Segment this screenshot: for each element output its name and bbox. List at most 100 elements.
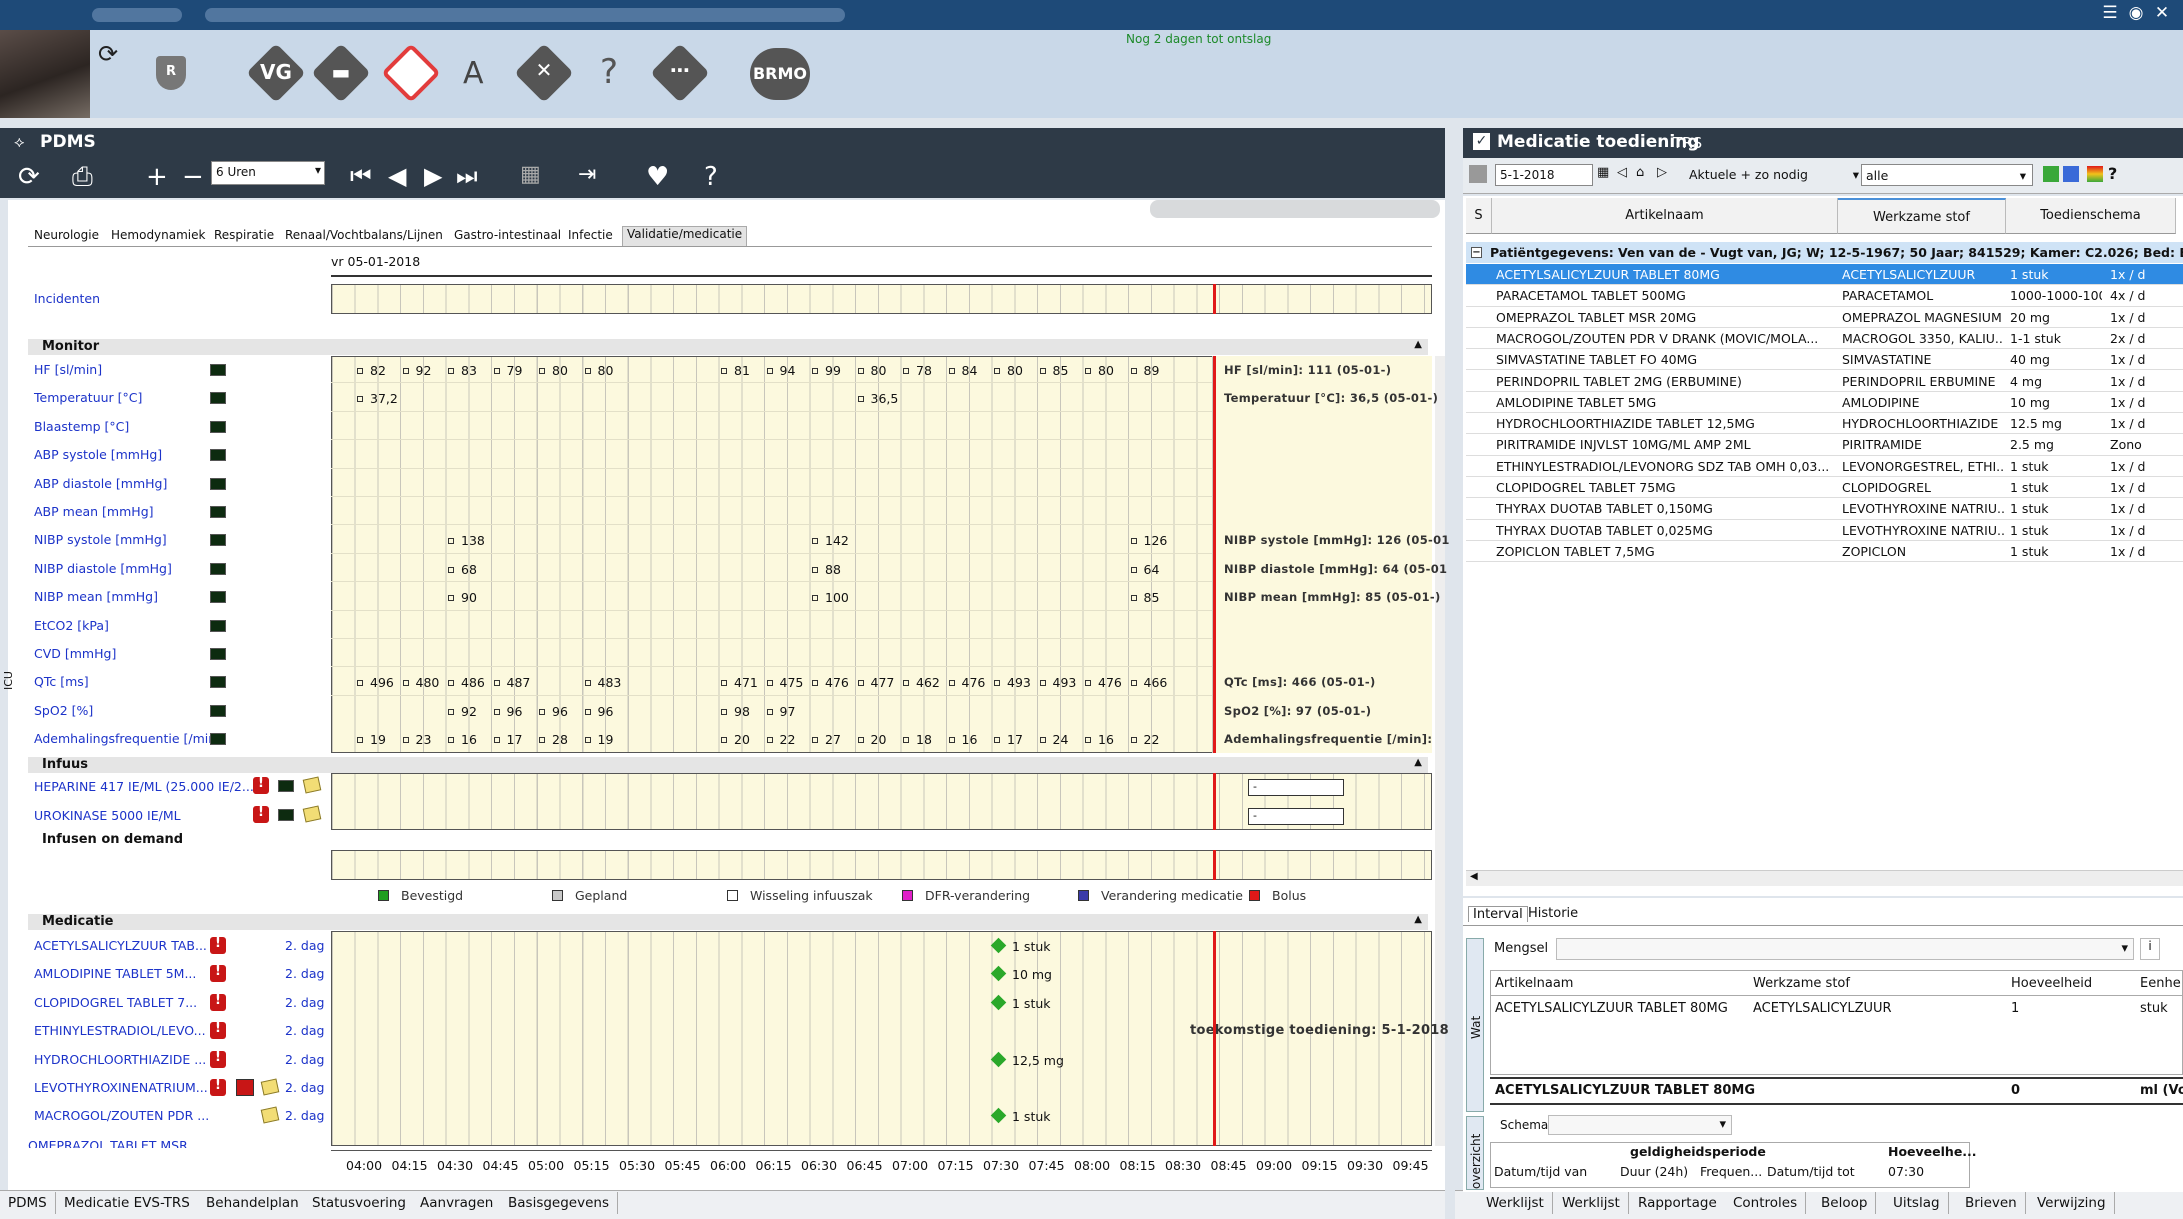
monitor-row-label[interactable]: ABP diastole [mmHg] bbox=[34, 476, 167, 491]
monitor-icon[interactable] bbox=[210, 619, 226, 632]
monitor-value[interactable]: 27 bbox=[812, 732, 841, 747]
bottom-tab[interactable]: Basisgegevens bbox=[500, 1192, 618, 1214]
tab-respiratie[interactable]: Respiratie bbox=[214, 228, 274, 242]
med-admin-row[interactable]: THYRAX DUOTAB TABLET 0,150MG LEVOTHYROXIN… bbox=[1466, 498, 2183, 520]
tab-renaal[interactable]: Renaal/Vochtbalans/Lijnen bbox=[285, 228, 443, 242]
scroll-left-icon[interactable]: ◀ bbox=[1470, 871, 1478, 882]
collapse-icon[interactable]: ▲ bbox=[1414, 914, 1422, 925]
medicatie-row-label[interactable]: ETHINYLESTRADIOL/LEVO... bbox=[34, 1023, 206, 1038]
medicatie-section-header[interactable]: Medicatie ▲ bbox=[28, 914, 1428, 930]
tab-neurologie[interactable]: Neurologie bbox=[34, 228, 99, 242]
monitor-row-label[interactable]: QTc [ms] bbox=[34, 674, 89, 689]
monitor-icon[interactable] bbox=[210, 562, 226, 575]
checkbox-icon[interactable]: ✓ bbox=[1473, 133, 1490, 150]
monitor-row-label[interactable]: NIBP diastole [mmHg] bbox=[34, 561, 172, 576]
monitor-icon[interactable] bbox=[210, 676, 226, 689]
calendar-icon[interactable]: ▦ bbox=[1597, 165, 1609, 180]
filter-select[interactable]: Aktuele + zo nodig ▾ bbox=[1685, 164, 1865, 186]
monitor-row-label[interactable]: SpO2 [%] bbox=[34, 703, 93, 718]
monitor-value[interactable]: 78 bbox=[903, 363, 932, 378]
monitor-row-label[interactable]: NIBP mean [mmHg] bbox=[34, 589, 158, 604]
previous-icon[interactable]: ◀ bbox=[388, 162, 406, 190]
monitor-value[interactable]: 80 bbox=[584, 363, 613, 378]
monitor-value[interactable]: 493 bbox=[994, 675, 1031, 690]
collapse-icon[interactable]: ▲ bbox=[1414, 757, 1422, 768]
col-toedienschema[interactable]: Toedienschema bbox=[2006, 198, 2176, 234]
monitor-value[interactable]: 480 bbox=[402, 675, 439, 690]
monitor-value[interactable]: 476 bbox=[948, 675, 985, 690]
monitor-value[interactable]: 19 bbox=[357, 732, 386, 747]
monitor-row-label[interactable]: HF [sl/min] bbox=[34, 362, 102, 377]
bottom-tab[interactable]: Uitslag bbox=[1885, 1192, 1949, 1214]
wat-row-hoeveelheid[interactable]: 1 bbox=[2011, 1001, 2131, 1016]
monitor-value[interactable]: 477 bbox=[857, 675, 894, 690]
tab-historie[interactable]: Historie bbox=[1524, 906, 1582, 921]
interval-select[interactable]: 6 Uren ▾ bbox=[211, 161, 325, 185]
monitor-icon[interactable] bbox=[210, 704, 226, 717]
horizontal-scrollbar[interactable]: ◀ bbox=[1466, 870, 2183, 886]
monitor-value[interactable]: 493 bbox=[1039, 675, 1076, 690]
date-field[interactable]: 5-1-2018 bbox=[1495, 164, 1593, 186]
monitor-value[interactable]: 90 bbox=[448, 590, 477, 605]
patient-group-row[interactable]: − Patiëntgegevens: Ven van de - Vugt van,… bbox=[1466, 242, 2183, 263]
bottom-tab[interactable]: Rapportage bbox=[1630, 1192, 1726, 1214]
zoom-in-icon[interactable]: + bbox=[146, 162, 168, 192]
bottom-tab[interactable]: Statusvoering bbox=[304, 1192, 415, 1214]
monitor-value[interactable]: 20 bbox=[721, 732, 750, 747]
monitor-value[interactable]: 20 bbox=[857, 732, 886, 747]
monitor-value[interactable]: 17 bbox=[493, 732, 522, 747]
wat-row-artikelnaam[interactable]: ACETYLSALICYLZUUR TABLET 80MG bbox=[1495, 1001, 1745, 1016]
camera-icon[interactable]: ◉ bbox=[2124, 3, 2148, 23]
monitor-value[interactable]: 483 bbox=[584, 675, 621, 690]
med-admin-row[interactable]: MACROGOL/ZOUTEN PDR V DRANK (MOVIC/MOLA.… bbox=[1466, 328, 2183, 350]
wat-row-eenheid[interactable]: stuk bbox=[2140, 1001, 2183, 1016]
monitor-value[interactable]: 16 bbox=[1085, 732, 1114, 747]
bottom-tab[interactable]: Behandelplan bbox=[198, 1192, 308, 1214]
help-icon[interactable]: ? bbox=[2108, 164, 2117, 183]
monitor-row-label[interactable]: CVD [mmHg] bbox=[34, 646, 116, 661]
monitor-value[interactable]: 99 bbox=[812, 363, 841, 378]
brmo-icon[interactable]: BRMO bbox=[750, 48, 810, 100]
tab-validatie-medicatie[interactable]: Validatie/medicatie bbox=[622, 226, 748, 246]
monitor-value[interactable]: 94 bbox=[766, 363, 795, 378]
infuus-row-0[interactable]: HEPARINE 417 IE/ML (25.000 IE/2... bbox=[34, 779, 254, 794]
med-admin-row[interactable]: PERINDOPRIL TABLET 2MG (ERBUMINE) PERINDO… bbox=[1466, 371, 2183, 392]
monitor-value[interactable]: 126 bbox=[1130, 533, 1167, 548]
incidents-label[interactable]: Incidenten bbox=[34, 291, 100, 306]
med-admin-row[interactable]: ACETYLSALICYLZUUR TABLET 80MG ACETYLSALIC… bbox=[1466, 264, 2183, 286]
print-icon[interactable]: ⎙ bbox=[72, 162, 93, 193]
med-admin-row[interactable]: OMEPRAZOL TABLET MSR 20MG OMEPRAZOL MAGNE… bbox=[1466, 307, 2183, 328]
col-werkzame-stof[interactable]: Werkzame stof bbox=[1838, 198, 2006, 234]
monitor-value[interactable]: 28 bbox=[539, 732, 568, 747]
tab-gastro[interactable]: Gastro-intestinaal bbox=[454, 228, 561, 242]
monitor-value[interactable]: 96 bbox=[493, 704, 522, 719]
monitor-value[interactable]: 22 bbox=[766, 732, 795, 747]
monitor-value[interactable]: 85 bbox=[1130, 590, 1159, 605]
monitor-value[interactable]: 96 bbox=[539, 704, 568, 719]
monitor-value[interactable]: 68 bbox=[448, 562, 477, 577]
monitor-value[interactable]: 138 bbox=[448, 533, 485, 548]
tab-interval[interactable]: Interval bbox=[1468, 906, 1528, 922]
monitor-icon[interactable] bbox=[210, 733, 226, 746]
tab-infectie[interactable]: Infectie bbox=[568, 228, 613, 242]
monitor-row-label[interactable]: NIBP systole [mmHg] bbox=[34, 532, 167, 547]
monitor-icon[interactable] bbox=[210, 591, 226, 604]
monitor-value[interactable]: 18 bbox=[903, 732, 932, 747]
monitor-row-label[interactable]: Blaastemp [°C] bbox=[34, 419, 129, 434]
monitor-value[interactable]: 142 bbox=[812, 533, 849, 548]
infusen-on-demand-grid[interactable] bbox=[331, 850, 1432, 880]
monitor-icon[interactable] bbox=[210, 392, 226, 405]
monitor-value[interactable]: 80 bbox=[539, 363, 568, 378]
collapse-icon[interactable]: − bbox=[1471, 247, 1482, 258]
calendar-icon[interactable]: ▦ bbox=[520, 162, 541, 187]
medicatie-row-label[interactable]: MACROGOL/ZOUTEN PDR ... bbox=[34, 1108, 209, 1123]
med-admin-row[interactable]: CLOPIDOGREL TABLET 75MG CLOPIDOGREL 1 stuk… bbox=[1466, 477, 2183, 499]
monitor-icon[interactable] bbox=[210, 449, 226, 462]
monitor-value[interactable]: 96 bbox=[584, 704, 613, 719]
monitor-row-label[interactable]: Temperatuur [°C] bbox=[34, 390, 142, 405]
wat-side-tab[interactable]: Wat bbox=[1466, 938, 1484, 1112]
monitor-value[interactable]: 22 bbox=[1130, 732, 1159, 747]
monitor-value[interactable]: 80 bbox=[1085, 363, 1114, 378]
export-icon[interactable]: ⇥ bbox=[578, 162, 596, 187]
wat-row-werkzame-stof[interactable]: ACETYLSALICYLZUUR bbox=[1753, 1001, 2003, 1016]
